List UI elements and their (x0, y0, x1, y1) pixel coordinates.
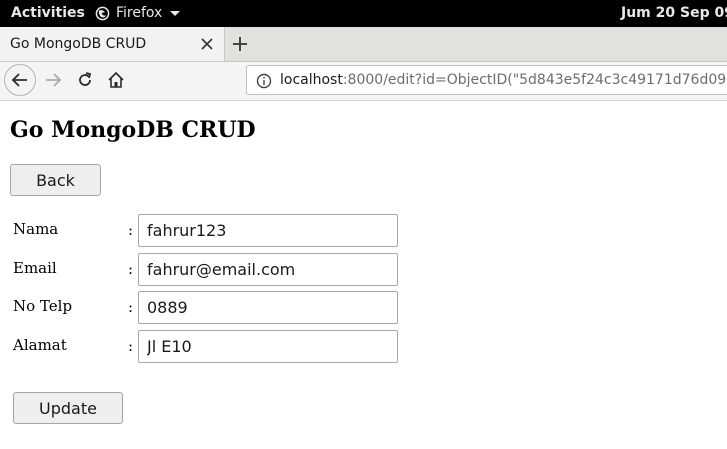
system-top-bar: Activities Firefox Jum 20 Sep 09: (0, 0, 727, 27)
chevron-down-icon (170, 10, 181, 16)
url-text: localhost:8000/edit?id=ObjectID("5d843e5… (280, 72, 727, 88)
nama-field[interactable] (138, 214, 398, 247)
arrow-right-icon (46, 73, 62, 87)
reload-icon (79, 72, 92, 86)
nama-label: Nama (13, 220, 59, 238)
alamat-field[interactable] (138, 330, 398, 363)
form-row-email: Email : (0, 253, 727, 287)
firefox-logo-icon (95, 6, 110, 20)
close-icon[interactable] (199, 36, 215, 52)
home-icon (108, 71, 124, 88)
home-button[interactable] (104, 68, 128, 92)
url-bar[interactable]: localhost:8000/edit?id=ObjectID("5d843e5… (246, 65, 727, 95)
arrow-left-icon (11, 73, 27, 87)
info-icon[interactable] (256, 73, 272, 89)
plus-icon[interactable] (231, 35, 249, 53)
tab-active[interactable]: Go MongoDB CRUD (0, 27, 225, 61)
form-row-alamat: Alamat : (0, 330, 727, 364)
app-menu[interactable]: Firefox (95, 5, 181, 21)
back-link-button[interactable]: Back (10, 164, 101, 196)
tab-title: Go MongoDB CRUD (10, 36, 147, 52)
back-button[interactable] (4, 64, 36, 96)
colon-separator: : (128, 298, 134, 316)
colon-separator: : (128, 221, 134, 239)
alamat-label: Alamat (13, 336, 67, 354)
reload-button[interactable] (73, 68, 97, 92)
no-telp-field[interactable] (138, 291, 398, 324)
email-field[interactable] (138, 253, 398, 286)
form-row-no-telp: No Telp : (0, 291, 727, 325)
colon-separator: : (128, 337, 134, 355)
update-button[interactable]: Update (13, 392, 123, 424)
clock[interactable]: Jum 20 Sep 09: (621, 5, 727, 21)
tab-strip: Go MongoDB CRUD (0, 27, 727, 62)
no-telp-label: No Telp (13, 297, 73, 315)
colon-separator: : (128, 260, 134, 278)
navigation-toolbar: localhost:8000/edit?id=ObjectID("5d843e5… (0, 62, 727, 101)
email-label: Email (13, 259, 57, 277)
app-menu-label: Firefox (116, 5, 163, 21)
url-host: localhost (280, 72, 343, 88)
forward-button[interactable] (41, 68, 65, 92)
activities-button[interactable]: Activities (11, 5, 85, 21)
url-path: :8000/edit?id=ObjectID("5d843e5f24c3c491… (342, 72, 727, 88)
form-row-nama: Nama : (0, 214, 727, 248)
page-title: Go MongoDB CRUD (10, 117, 256, 143)
